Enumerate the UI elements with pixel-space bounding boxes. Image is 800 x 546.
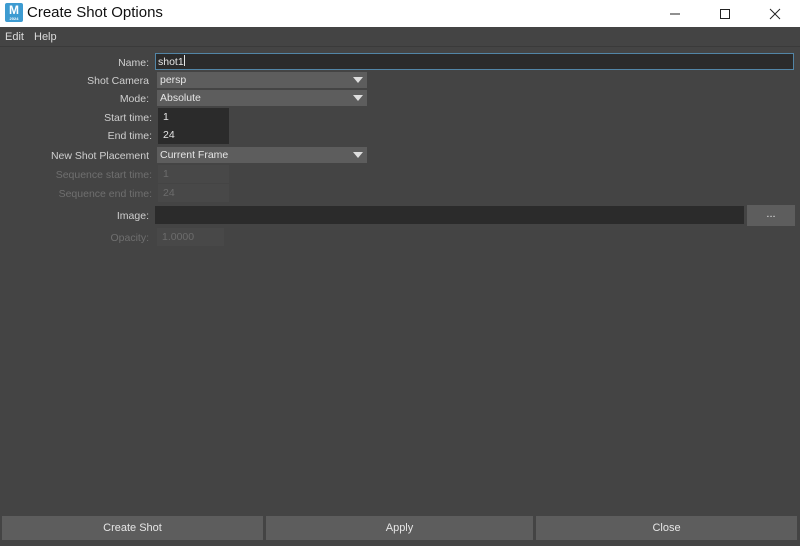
chevron-down-icon [353, 95, 363, 101]
sequence-start-label: Sequence start time: [55, 169, 152, 181]
close-button[interactable]: Close [536, 516, 797, 540]
shot-camera-value: persp [160, 74, 187, 86]
image-label: Image: [116, 210, 149, 222]
mode-value: Absolute [160, 92, 201, 104]
mode-label: Mode: [119, 93, 149, 105]
text-cursor [183, 55, 185, 66]
bottom-strip [0, 541, 800, 546]
minimize-icon [670, 13, 680, 14]
name-input-value: shot1 [158, 56, 184, 68]
opacity-input: 1.0000 [157, 228, 224, 246]
app-icon-version: 2024 [9, 16, 19, 21]
placement-label: New Shot Placement [50, 150, 149, 162]
chevron-down-icon [353, 152, 363, 158]
opacity-label: Opacity: [110, 232, 149, 244]
shot-camera-label: Shot Camera [87, 75, 149, 87]
create-shot-button[interactable]: Create Shot [2, 516, 263, 540]
maximize-icon [720, 8, 730, 19]
sequence-end-label: Sequence end time: [58, 188, 152, 200]
menu-bar: Edit Help [0, 27, 800, 46]
create-shot-options-window: M 2024 Create Shot Options Edit Help Nam… [0, 0, 800, 546]
menu-edit[interactable]: Edit [5, 31, 24, 43]
name-input[interactable]: shot1 [155, 53, 794, 70]
close-icon [769, 8, 781, 19]
end-time-label: End time: [107, 130, 152, 142]
start-time-input[interactable]: 1 [158, 108, 229, 126]
app-icon-letter: M [9, 3, 19, 17]
maximize-button[interactable] [700, 0, 750, 27]
chevron-down-icon [353, 77, 363, 83]
end-time-input[interactable]: 24 [158, 126, 229, 144]
menu-separator [0, 46, 800, 47]
sequence-end-input: 24 [158, 184, 229, 202]
minimize-button[interactable] [650, 0, 700, 27]
name-label: Name: [118, 57, 149, 69]
apply-button[interactable]: Apply [266, 516, 533, 540]
close-window-button[interactable] [750, 0, 800, 27]
placement-value: Current Frame [160, 149, 229, 161]
mode-dropdown[interactable]: Absolute [157, 90, 367, 106]
sequence-start-input: 1 [158, 165, 229, 183]
start-time-label: Start time: [104, 112, 152, 124]
window-title: Create Shot Options [27, 4, 163, 21]
placement-dropdown[interactable]: Current Frame [157, 147, 367, 163]
maya-app-icon: M 2024 [5, 3, 23, 22]
browse-image-button[interactable]: ... [747, 205, 795, 226]
shot-camera-dropdown[interactable]: persp [157, 72, 367, 88]
image-path-input[interactable] [155, 206, 744, 224]
menu-help[interactable]: Help [34, 31, 57, 43]
title-bar: M 2024 Create Shot Options [0, 0, 800, 27]
